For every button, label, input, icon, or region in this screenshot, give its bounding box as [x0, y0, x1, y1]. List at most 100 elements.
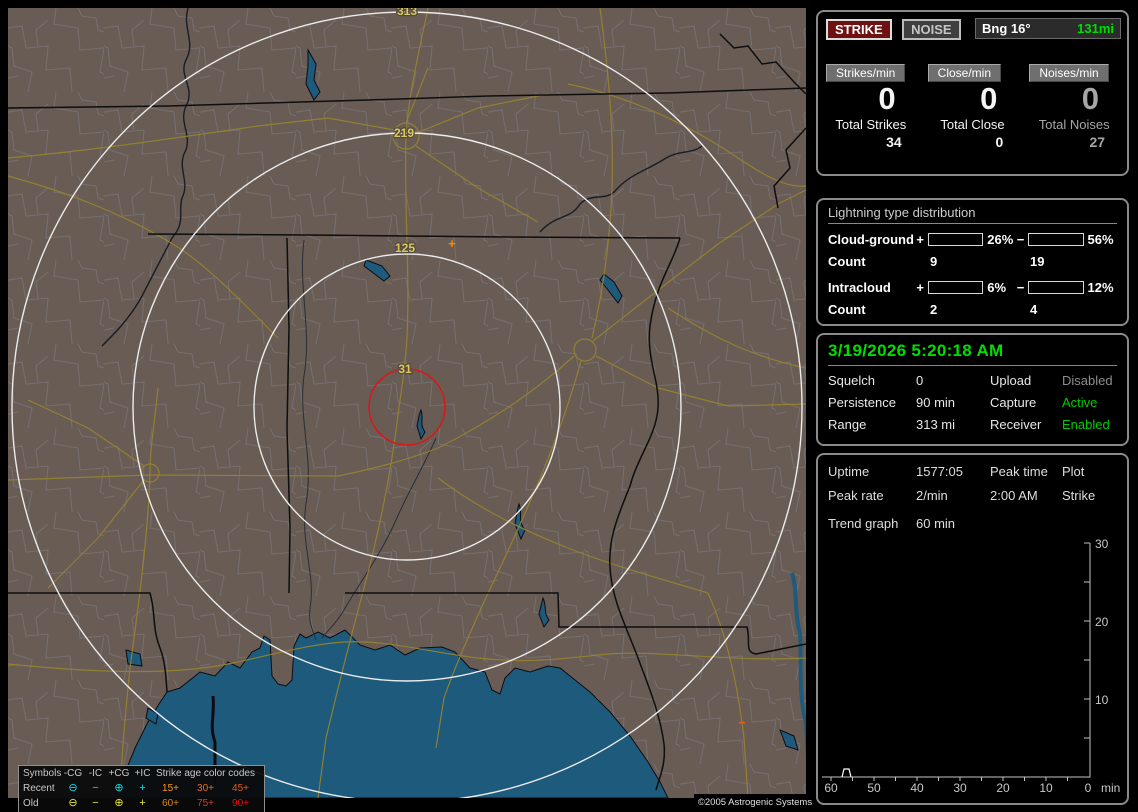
x-tick-40: 40 — [910, 781, 924, 795]
close-counter: Close/min 0 Total Close 0 — [922, 64, 1024, 150]
minus-sign: − — [1016, 279, 1025, 295]
cg-negative-count: 19 — [1030, 253, 1045, 269]
bearing-distance-display: Bng 16° 131mi — [975, 18, 1121, 39]
total-strikes-label: Total Strikes — [835, 116, 907, 132]
ring-label-219: 219 — [394, 126, 414, 140]
upload-label: Upload — [990, 373, 1032, 388]
ring-label-313: 313 — [397, 8, 417, 18]
squelch-label: Squelch — [828, 373, 875, 388]
distribution-title: Lightning type distribution — [828, 205, 1117, 224]
x-tick-60: 60 — [824, 781, 838, 795]
legend-old-row: Old ⊖ − ⊕ + 60+ 75+ 90+ — [19, 796, 264, 811]
status-row: Squelch 0 Upload Disabled — [818, 373, 1127, 388]
counters-panel: STRIKE NOISE Bng 16° 131mi Strikes/min 0… — [816, 10, 1129, 176]
legend-col-neg-cg: -CG — [63, 768, 83, 779]
total-strikes-value: 34 — [886, 133, 902, 150]
count-label: Count — [828, 253, 866, 269]
capture-status: Active — [1062, 395, 1098, 410]
legend-old-label: Old — [23, 798, 39, 809]
strike-mode-button[interactable]: STRIKE — [826, 19, 892, 40]
upload-status: Disabled — [1062, 373, 1113, 388]
noises-per-min-value: 0 — [1081, 81, 1100, 116]
legend-col-neg-ic: -IC — [88, 768, 103, 779]
cg-negative-pct: 56% — [1087, 231, 1114, 247]
counter-columns: Strikes/min 0 Total Strikes 34 Close/min… — [820, 64, 1125, 150]
nexstorm-window: 313 219 125 31 + − Symbols -CG -IC +CG +… — [0, 0, 1138, 812]
ic-positive-count: 2 — [930, 301, 938, 317]
intracloud-count-row: Count 2 4 — [818, 298, 1127, 320]
capture-label: Capture — [990, 395, 1037, 410]
range-value: 313 mi — [916, 417, 956, 432]
x-axis-unit: min — [1101, 781, 1120, 795]
x-tick-10: 10 — [1039, 781, 1053, 795]
strike-symbol-plus: + — [448, 236, 456, 251]
cloud-ground-row: Cloud-ground + 26% − 56% — [818, 228, 1127, 250]
intracloud-row: Intracloud + 6% − 12% — [818, 276, 1127, 298]
total-close-value: 0 — [995, 133, 1004, 150]
graph-axes — [822, 543, 1091, 778]
range-label: Range — [828, 417, 867, 432]
ring-label-125: 125 — [395, 241, 415, 255]
circle-plus-icon: ⊕ — [114, 782, 124, 794]
ring-label-31: 31 — [398, 362, 412, 376]
strike-trend-graph: 30 20 10 60 50 40 30 20 10 0 min — [822, 537, 1120, 795]
lightning-map: 313 219 125 31 + − Symbols -CG -IC +CG +… — [8, 8, 816, 812]
legend-recent-label: Recent — [23, 783, 55, 794]
age-75: 75+ — [197, 798, 214, 809]
circle-minus-icon: ⊖ — [68, 782, 78, 794]
cloud-ground-label: Cloud-ground — [828, 231, 914, 247]
y-tick-30: 30 — [1095, 537, 1109, 551]
lightning-distribution-panel: Lightning type distribution Cloud-ground… — [816, 198, 1129, 326]
y-tick-10: 10 — [1095, 693, 1109, 707]
plus-icon: + — [139, 797, 146, 809]
map-canvas: 313 219 125 31 + − — [8, 8, 806, 798]
persistence-value: 90 min — [916, 395, 956, 410]
age-60: 60+ — [162, 798, 179, 809]
strikes-per-min-value: 0 — [878, 81, 896, 116]
total-noises-value: 27 — [1089, 133, 1106, 150]
ic-positive-bar — [928, 280, 984, 294]
minus-icon: − — [92, 797, 99, 809]
ic-negative-pct: 12% — [1087, 279, 1114, 295]
plus-sign: + — [916, 279, 924, 295]
status-row: Range 313 mi Receiver Enabled — [818, 417, 1127, 432]
cg-negative-bar — [1028, 232, 1084, 246]
age-90: 90+ — [232, 798, 249, 809]
legend-col-pos-cg: +CG — [108, 768, 130, 779]
persistence-label: Persistence — [828, 395, 896, 410]
y-tick-20: 20 — [1095, 615, 1109, 629]
trend-data-spike — [841, 768, 852, 778]
receiver-status: Enabled — [1062, 417, 1110, 432]
display-mode-bar: STRIKE NOISE — [826, 19, 967, 40]
legend-recent-row: Recent ⊖ − ⊕ + 15+ 30+ 45+ — [19, 781, 264, 796]
close-per-min-value: 0 — [980, 81, 998, 116]
circle-plus-icon: ⊕ — [114, 797, 124, 809]
noises-per-min-button[interactable]: Noises/min — [1029, 64, 1109, 82]
noise-mode-button[interactable]: NOISE — [902, 19, 961, 40]
cloud-ground-count-row: Count 9 19 — [818, 250, 1127, 272]
plus-sign: + — [916, 231, 924, 247]
minus-icon: − — [92, 782, 99, 794]
y-axis-ticks — [1084, 542, 1090, 739]
plus-icon: + — [139, 782, 146, 794]
x-tick-30: 30 — [953, 781, 967, 795]
map-symbol-legend: Symbols -CG -IC +CG +IC Strike age color… — [18, 765, 265, 812]
close-per-min-button[interactable]: Close/min — [927, 64, 1002, 82]
ic-negative-count: 4 — [1030, 301, 1038, 317]
total-noises-label: Total Noises — [1038, 116, 1110, 132]
distance-value: 131mi — [1077, 21, 1114, 36]
cg-positive-count: 9 — [930, 253, 938, 269]
legend-header-row: Symbols -CG -IC +CG +IC Strike age color… — [19, 766, 264, 781]
cg-positive-bar — [928, 232, 984, 246]
status-row: Persistence 90 min Capture Active — [818, 395, 1127, 410]
copyright-notice: ©2005 Astrogenic Systems — [694, 794, 816, 811]
x-tick-0: 0 — [1085, 781, 1092, 795]
status-panel: 3/19/2026 5:20:18 AM Squelch 0 Upload Di… — [816, 333, 1129, 446]
intracloud-label: Intracloud — [828, 279, 891, 295]
strikes-per-min-button[interactable]: Strikes/min — [826, 64, 906, 82]
age-15: 15+ — [162, 783, 179, 794]
strike-symbol-minus: − — [738, 715, 746, 730]
noises-counter: Noises/min 0 Total Noises 27 — [1023, 64, 1125, 150]
total-close-label: Total Close — [940, 116, 1005, 132]
x-tick-50: 50 — [867, 781, 881, 795]
